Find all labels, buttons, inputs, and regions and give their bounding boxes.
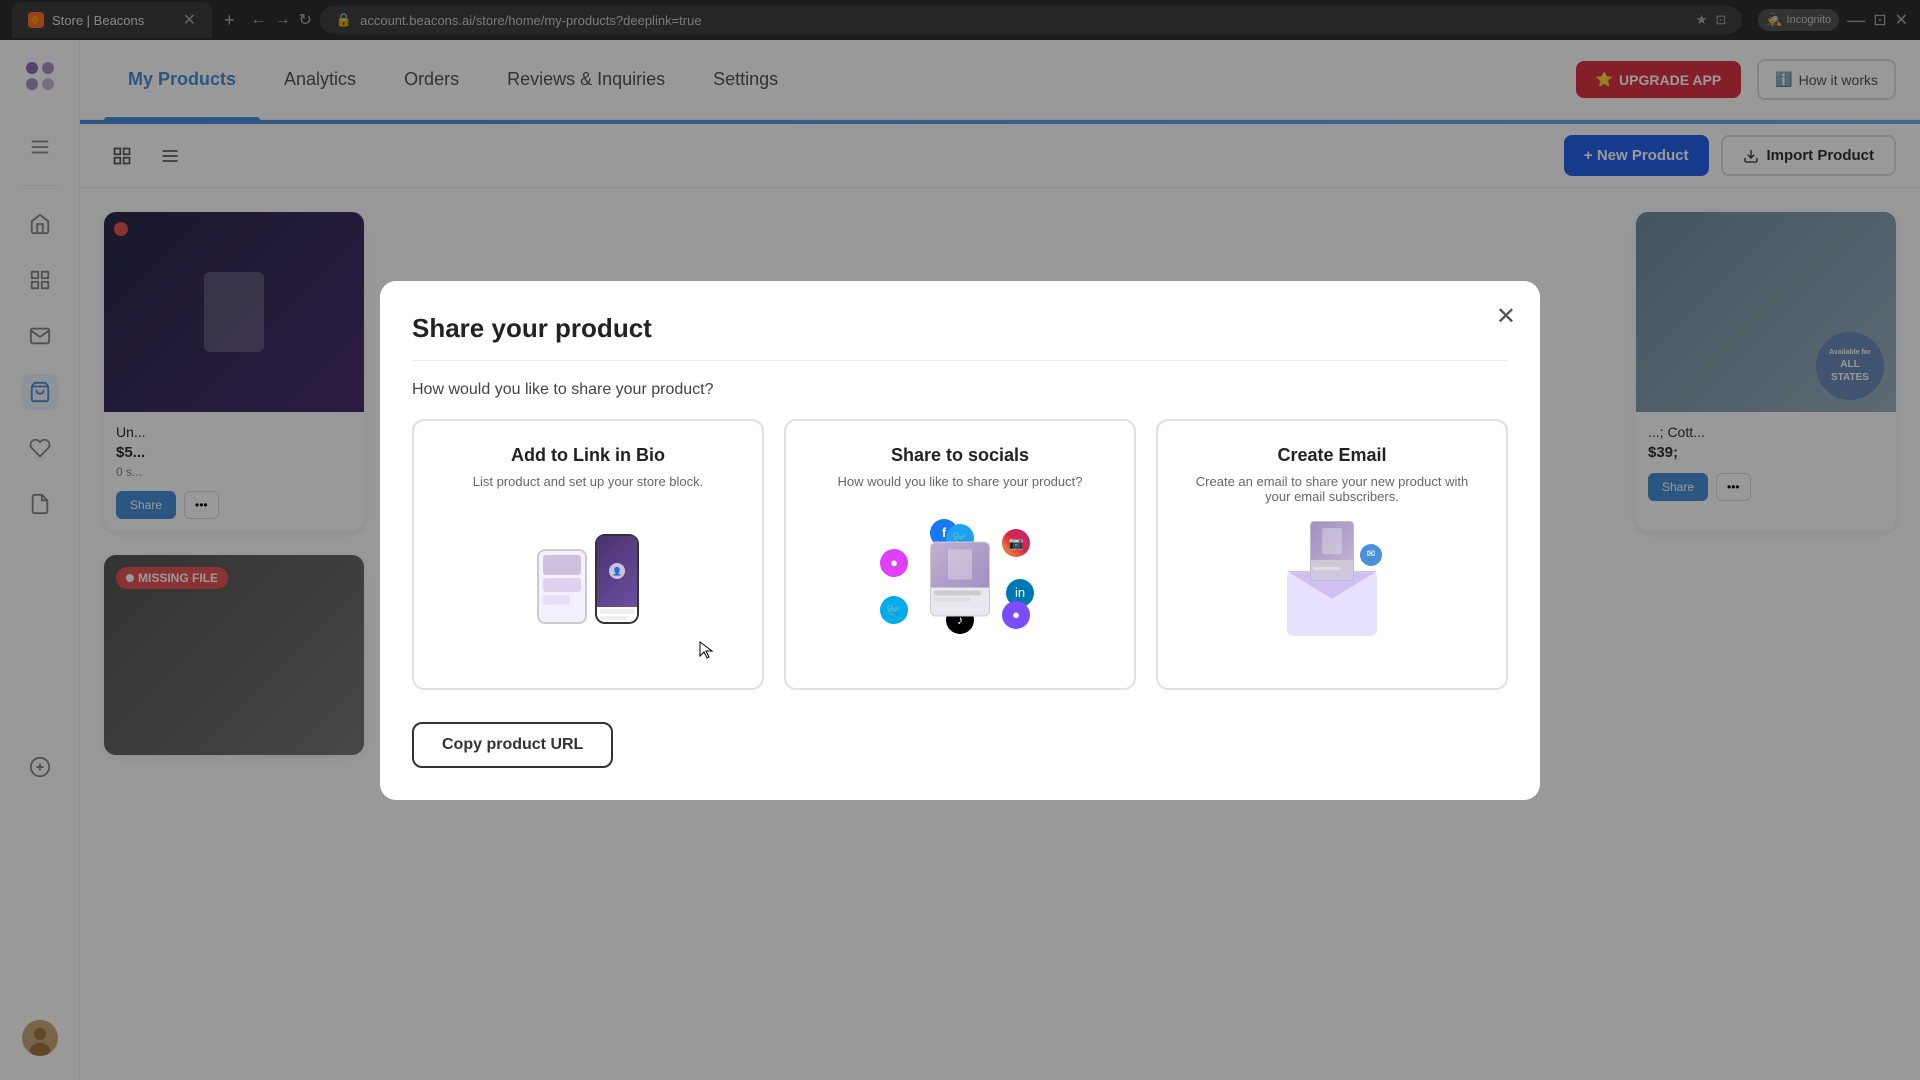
modal-title: Share your product [412, 313, 1508, 344]
link-bio-desc: List product and set up your store block… [438, 474, 738, 489]
share-option-link-bio[interactable]: Add to Link in Bio List product and set … [412, 419, 764, 690]
share-product-modal: ✕ Share your product How would you like … [380, 281, 1540, 800]
socials-desc: How would you like to share your product… [810, 474, 1110, 489]
modal-overlay[interactable]: ✕ Share your product How would you like … [0, 0, 1920, 1080]
email-desc: Create an email to share your new produc… [1182, 474, 1482, 504]
socials-title: Share to socials [810, 445, 1110, 466]
modal-subtitle: How would you like to share your product… [412, 381, 1508, 399]
link-bio-image: 👤 [438, 509, 738, 649]
share-option-socials[interactable]: Share to socials How would you like to s… [784, 419, 1136, 690]
email-image: ✉ [1182, 524, 1482, 664]
email-title: Create Email [1182, 445, 1482, 466]
copy-url-btn[interactable]: Copy product URL [412, 722, 613, 768]
modal-divider [412, 360, 1508, 361]
share-options-container: Add to Link in Bio List product and set … [412, 419, 1508, 690]
socials-image: f 🐦 📷 ● 🐦 ♪ in ● [810, 509, 1110, 649]
modal-close-btn[interactable]: ✕ [1496, 305, 1516, 329]
share-option-email[interactable]: Create Email Create an email to share yo… [1156, 419, 1508, 690]
link-bio-title: Add to Link in Bio [438, 445, 738, 466]
